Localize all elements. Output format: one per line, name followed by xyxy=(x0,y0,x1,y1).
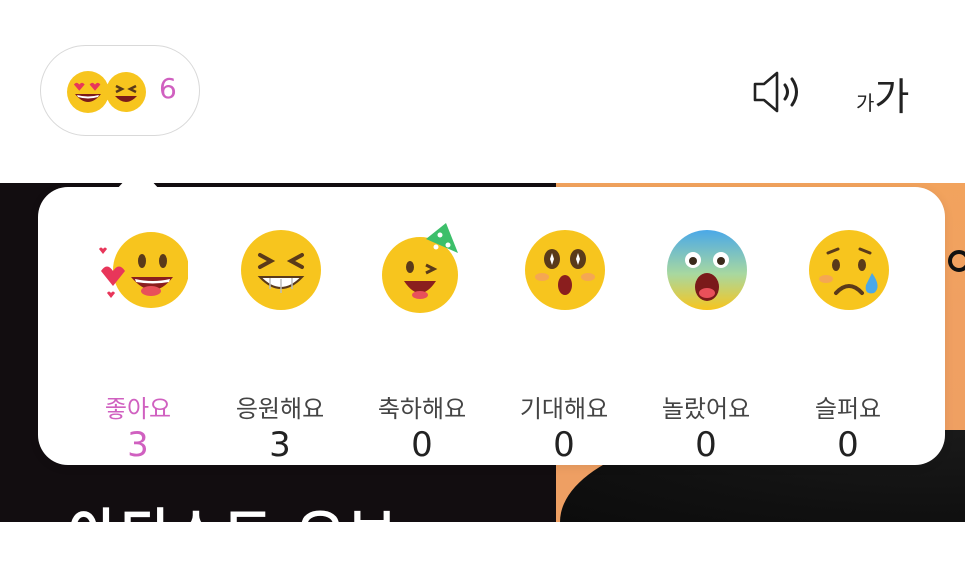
reaction-count: 0 xyxy=(553,425,575,465)
reaction-item-surprised[interactable]: 놀랐어요 0 xyxy=(636,227,776,465)
speaker-icon[interactable] xyxy=(752,70,804,114)
reaction-popup: 좋아요 3 응원해요 3 축하해요 0 기대해요 0 놀랐어요 0 슬퍼요 0 xyxy=(38,187,945,465)
reaction-item-like[interactable]: 좋아요 3 xyxy=(68,227,208,465)
background-ring-icon xyxy=(948,250,965,272)
reaction-count: 3 xyxy=(127,425,149,465)
reaction-label: 응원해요 xyxy=(235,395,325,423)
font-size-large-label: 가 xyxy=(874,75,910,119)
reaction-count: 0 xyxy=(695,425,717,465)
reaction-label: 놀랐어요 xyxy=(661,395,751,423)
article-header: 6 가가 xyxy=(0,0,965,183)
shocked-emoji-icon xyxy=(667,230,747,310)
popup-arrow xyxy=(116,166,160,190)
reaction-item-sad[interactable]: 슬퍼요 0 xyxy=(778,227,918,465)
reaction-label: 기대해요 xyxy=(519,395,609,423)
reaction-label: 슬퍼요 xyxy=(814,395,882,423)
laughing-icon xyxy=(106,72,146,112)
reaction-item-celebrate[interactable]: 축하해요 0 xyxy=(352,223,492,465)
font-size-small-label: 가 xyxy=(856,91,875,115)
reaction-count: 0 xyxy=(411,425,433,465)
cheer-emoji-icon xyxy=(241,230,321,310)
sparkle-eyes-emoji-icon xyxy=(525,230,605,310)
party-emoji-icon xyxy=(382,223,458,313)
font-size-button[interactable]: 가가 xyxy=(856,66,909,119)
reaction-total-count: 6 xyxy=(159,72,177,105)
sad-emoji-icon xyxy=(809,230,889,310)
reaction-count: 3 xyxy=(269,425,291,465)
heart-eyes-icon xyxy=(67,71,109,113)
reaction-item-expect[interactable]: 기대해요 0 xyxy=(494,227,634,465)
love-emoji-icon xyxy=(99,232,188,308)
reaction-item-cheer[interactable]: 응원해요 3 xyxy=(210,227,350,465)
background-title: 아티스트 오브 xyxy=(68,503,399,566)
reaction-summary-button[interactable]: 6 xyxy=(40,45,200,136)
reaction-label: 축하해요 xyxy=(377,395,467,423)
reaction-count: 0 xyxy=(837,425,859,465)
reaction-label: 좋아요 xyxy=(104,395,172,423)
